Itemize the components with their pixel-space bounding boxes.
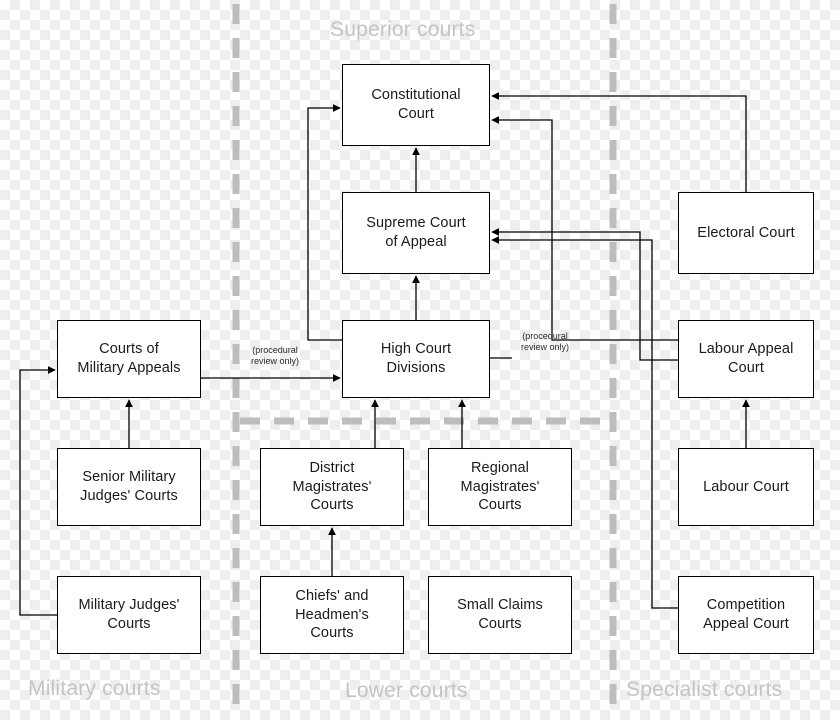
node-senior-military-judges-courts[interactable]: Senior Military Judges' Courts bbox=[57, 448, 201, 526]
zone-label-lower-courts: Lower courts bbox=[345, 679, 468, 702]
node-small-claims-courts[interactable]: Small Claims Courts bbox=[428, 576, 572, 654]
edge-military-judges-to-cma bbox=[19, 366, 57, 616]
edge-note-procedural-review-left: (procedural review only) bbox=[250, 345, 299, 366]
node-labour-appeal-court[interactable]: Labour Appeal Court bbox=[678, 320, 814, 398]
edge-competition-to-sca bbox=[491, 236, 678, 609]
edge-high-to-cc bbox=[307, 104, 342, 341]
node-regional-magistrates-courts[interactable]: Regional Magistrates' Courts bbox=[428, 448, 572, 526]
edge-electoral-to-cc bbox=[491, 92, 747, 192]
node-high-court-divisions[interactable]: High Court Divisions bbox=[342, 320, 490, 398]
node-courts-of-military-appeals[interactable]: Courts of Military Appeals bbox=[57, 320, 201, 398]
node-supreme-court-of-appeal[interactable]: Supreme Court of Appeal bbox=[342, 192, 490, 274]
node-constitutional-court[interactable]: Constitutional Court bbox=[342, 64, 490, 146]
zone-label-specialist-courts: Specialist courts bbox=[626, 678, 783, 701]
node-electoral-court[interactable]: Electoral Court bbox=[678, 192, 814, 274]
node-competition-appeal-court[interactable]: Competition Appeal Court bbox=[678, 576, 814, 654]
diagram-canvas: Superior courts Military courts Lower co… bbox=[0, 0, 840, 720]
edge-labour-appeal-to-cc bbox=[491, 116, 678, 341]
node-district-magistrates-courts[interactable]: District Magistrates' Courts bbox=[260, 448, 404, 526]
node-military-judges-courts[interactable]: Military Judges' Courts bbox=[57, 576, 201, 654]
zone-label-military-courts: Military courts bbox=[28, 677, 161, 700]
node-labour-court[interactable]: Labour Court bbox=[678, 448, 814, 526]
edge-note-procedural-review-right: (procedural review only) bbox=[520, 331, 569, 352]
node-chiefs-and-headmens-courts[interactable]: Chiefs' and Headmen's Courts bbox=[260, 576, 404, 654]
zone-label-superior-courts: Superior courts bbox=[330, 18, 476, 41]
